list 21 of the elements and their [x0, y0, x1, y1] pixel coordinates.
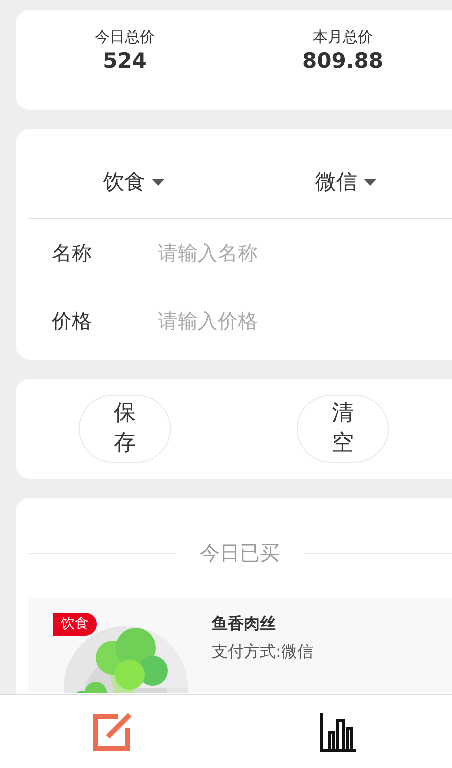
caret-icon [364, 179, 376, 186]
bar-chart-icon [320, 710, 358, 752]
dropdown-picker[interactable]: 微信 [316, 166, 376, 198]
dropdown-picker[interactable]: 饮食 [104, 166, 164, 198]
input-field[interactable]: 请输入名称 [156, 237, 356, 269]
category-tag: 饮食 [53, 613, 97, 636]
field-label: 名称 [51, 240, 93, 267]
caret-icon [152, 179, 164, 186]
stat-value: 524 [102, 48, 148, 74]
stat-value: 809.88 [301, 48, 385, 74]
item-name: 鱼香肉丝 [212, 613, 277, 635]
round-button[interactable]: 保存 [79, 395, 171, 463]
edit-icon [92, 710, 134, 752]
payment-method: 支付方式:微信 [212, 641, 314, 663]
section-title: 今日已买 [199, 540, 281, 567]
purchase-row[interactable]: 饮食 鱼香肉丝 支付方式:微信 [28, 598, 452, 693]
stat-label: 今日总价 [94, 27, 156, 48]
input-field[interactable]: 请输入价格 [156, 305, 356, 337]
round-button[interactable]: 清空 [297, 395, 389, 463]
field-label: 价格 [51, 308, 93, 335]
stat-label: 本月总价 [312, 27, 374, 48]
